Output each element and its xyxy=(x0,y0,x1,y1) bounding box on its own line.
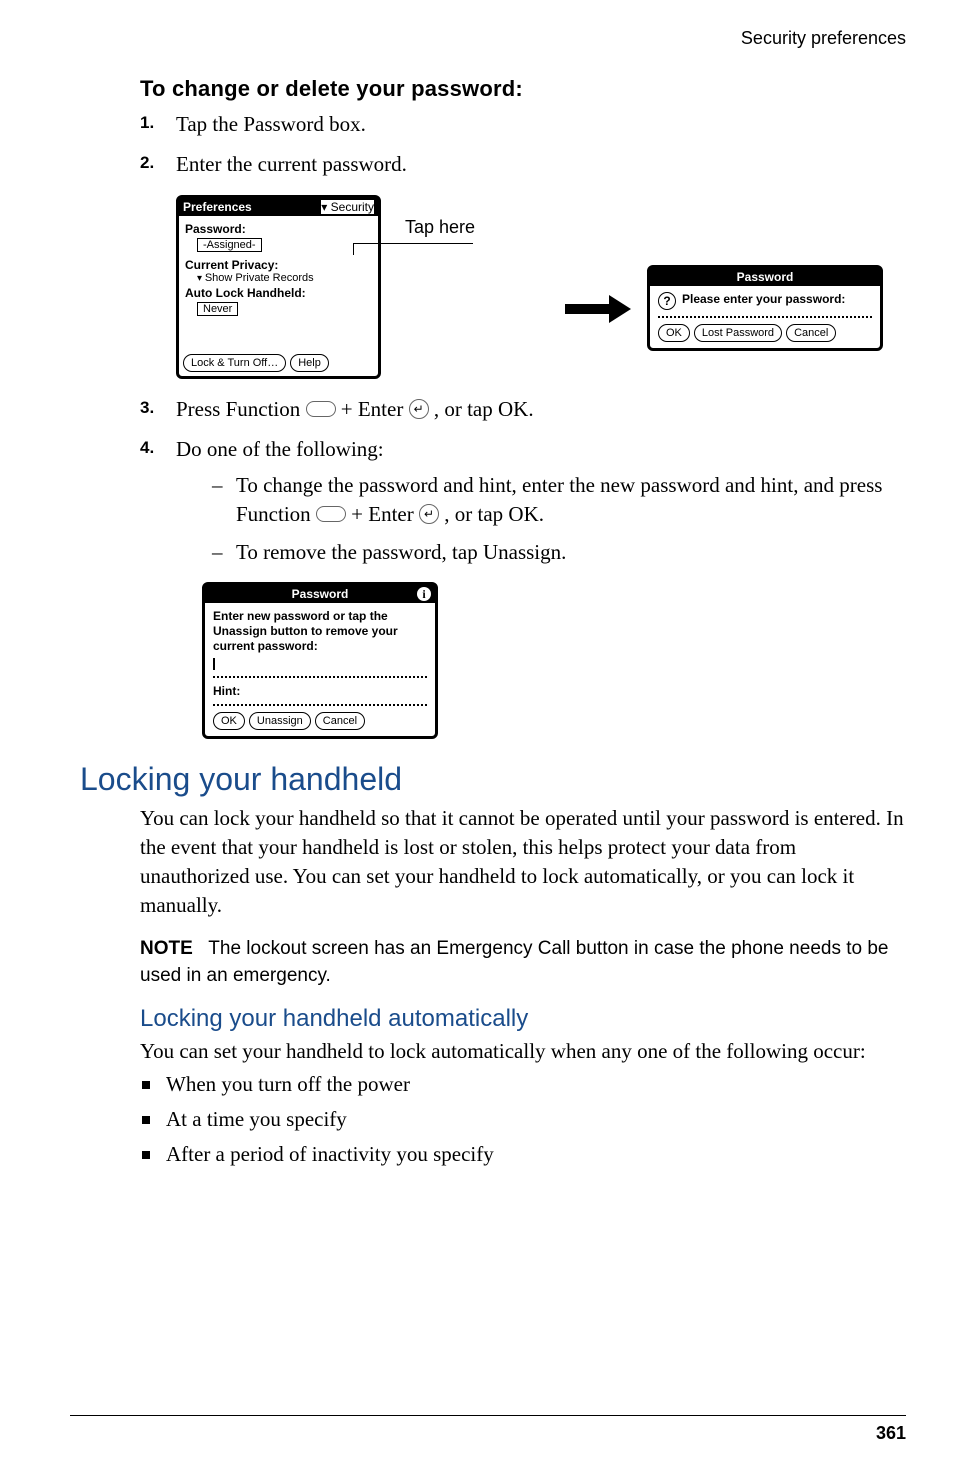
callout-text: Tap here xyxy=(405,217,475,238)
privacy-dropdown[interactable]: Show Private Records xyxy=(197,272,372,284)
note-text: The lockout screen has an Emergency Call… xyxy=(140,938,889,986)
pda-title: Preferences xyxy=(183,200,252,214)
step-2: 2. Enter the current password. xyxy=(140,150,910,178)
privacy-label: Current Privacy: xyxy=(185,258,372,272)
bullet-power-off: When you turn off the power xyxy=(140,1072,910,1097)
autolock-label: Auto Lock Handheld: xyxy=(185,286,372,300)
input-line[interactable] xyxy=(658,316,872,318)
note-block: NOTE The lockout screen has an Emergency… xyxy=(140,936,910,989)
ok-button[interactable]: OK xyxy=(658,324,690,342)
cancel-button[interactable]: Cancel xyxy=(786,324,836,342)
locking-paragraph: You can lock your handheld so that it ca… xyxy=(140,804,910,920)
callout-line xyxy=(353,243,473,244)
step-text: Do one of the following: xyxy=(176,437,384,461)
content-area: To change or delete your password: 1. Ta… xyxy=(140,72,910,1177)
autolock-intro: You can set your handheld to lock automa… xyxy=(140,1037,910,1066)
enter-key-icon xyxy=(409,399,429,419)
function-key-icon xyxy=(316,506,346,522)
step-text: Enter the current password. xyxy=(176,152,407,176)
question-icon: ? xyxy=(658,292,676,310)
autolock-selector[interactable]: Never xyxy=(197,302,238,316)
password-prompt-dialog: Password ? Please enter your password: O… xyxy=(647,265,883,351)
heading-locking: Locking your handheld xyxy=(80,761,910,798)
sub-option-list: To change the password and hint, enter t… xyxy=(176,471,910,566)
figure-row-1: Preferences ▾ Security Password: -Assign… xyxy=(176,195,910,379)
dialog-message: Please enter your password: xyxy=(682,292,845,306)
info-icon[interactable]: i xyxy=(417,587,431,601)
password-selector[interactable]: -Assigned- xyxy=(197,238,262,252)
pda-buttonbar: Lock & Turn Off… Help xyxy=(183,354,374,372)
unassign-button[interactable]: Unassign xyxy=(249,712,311,730)
hint-label: Hint: xyxy=(213,684,427,698)
pda-body: Password: -Assigned- Current Privacy: Sh… xyxy=(179,216,378,376)
step-list: 1. Tap the Password box. 2. Enter the cu… xyxy=(140,110,910,179)
dialog-button-row: OK Lost Password Cancel xyxy=(658,324,872,342)
dialog-title: Password xyxy=(650,268,880,286)
callout-drop xyxy=(353,243,355,255)
step-number: 4. xyxy=(140,437,154,460)
step-3: 3. Press Function + Enter , or tap OK. xyxy=(140,395,910,423)
dialog-title: Password i xyxy=(205,585,435,603)
preferences-screen: Preferences ▾ Security Password: -Assign… xyxy=(176,195,381,379)
autolock-bullets: When you turn off the power At a time yo… xyxy=(140,1072,910,1167)
footer-rule xyxy=(70,1415,906,1416)
step-number: 3. xyxy=(140,397,154,420)
bullet-at-time: At a time you specify xyxy=(140,1107,910,1132)
ok-button[interactable]: OK xyxy=(213,712,245,730)
dialog-message-row: ? Please enter your password: xyxy=(658,292,872,310)
step-text-c: , or tap OK. xyxy=(434,397,534,421)
hint-input-line[interactable] xyxy=(213,704,427,706)
dialog-message: Enter new password or tap the Unassign b… xyxy=(213,609,427,654)
arrow-wrap xyxy=(565,195,635,323)
function-key-icon xyxy=(306,401,336,417)
figure-2: Password i Enter new password or tap the… xyxy=(202,582,438,739)
category-dropdown[interactable]: ▾ Security xyxy=(321,200,374,214)
page-number: 361 xyxy=(876,1423,906,1444)
new-password-dialog: Password i Enter new password or tap the… xyxy=(202,582,438,739)
sub-option-change: To change the password and hint, enter t… xyxy=(212,471,910,528)
cancel-button[interactable]: Cancel xyxy=(315,712,365,730)
step-text-b: + Enter xyxy=(341,397,409,421)
pda-titlebar: Preferences ▾ Security xyxy=(179,198,378,216)
help-button[interactable]: Help xyxy=(290,354,329,372)
lost-password-button[interactable]: Lost Password xyxy=(694,324,782,342)
running-head: Security preferences xyxy=(741,28,906,49)
step-1: 1. Tap the Password box. xyxy=(140,110,910,138)
bullet-inactivity: After a period of inactivity you specify xyxy=(140,1142,910,1167)
text-cursor xyxy=(213,658,215,670)
enter-key-icon xyxy=(419,504,439,524)
step-text: Tap the Password box. xyxy=(176,112,366,136)
step-list-cont: 3. Press Function + Enter , or tap OK. 4… xyxy=(140,395,910,567)
dialog-body: ? Please enter your password: OK Lost Pa… xyxy=(650,286,880,348)
note-label: NOTE xyxy=(140,938,193,959)
password-label: Password: xyxy=(185,222,372,236)
procedure-title: To change or delete your password: xyxy=(140,76,910,102)
step-4: 4. Do one of the following: To change th… xyxy=(140,435,910,566)
lock-turnoff-button[interactable]: Lock & Turn Off… xyxy=(183,354,286,372)
page: Security preferences To change or delete… xyxy=(0,0,976,1466)
password-input-line[interactable] xyxy=(213,676,427,678)
sub-option-remove: To remove the password, tap Unassign. xyxy=(212,538,910,566)
heading-autolock: Locking your handheld automatically xyxy=(140,1005,910,1033)
step-number: 2. xyxy=(140,152,154,175)
dialog-body: Enter new password or tap the Unassign b… xyxy=(205,603,435,736)
arrow-right-icon xyxy=(565,295,635,323)
step-number: 1. xyxy=(140,112,154,135)
step-text-a: Press Function xyxy=(176,397,306,421)
dialog-button-row: OK Unassign Cancel xyxy=(213,712,427,730)
